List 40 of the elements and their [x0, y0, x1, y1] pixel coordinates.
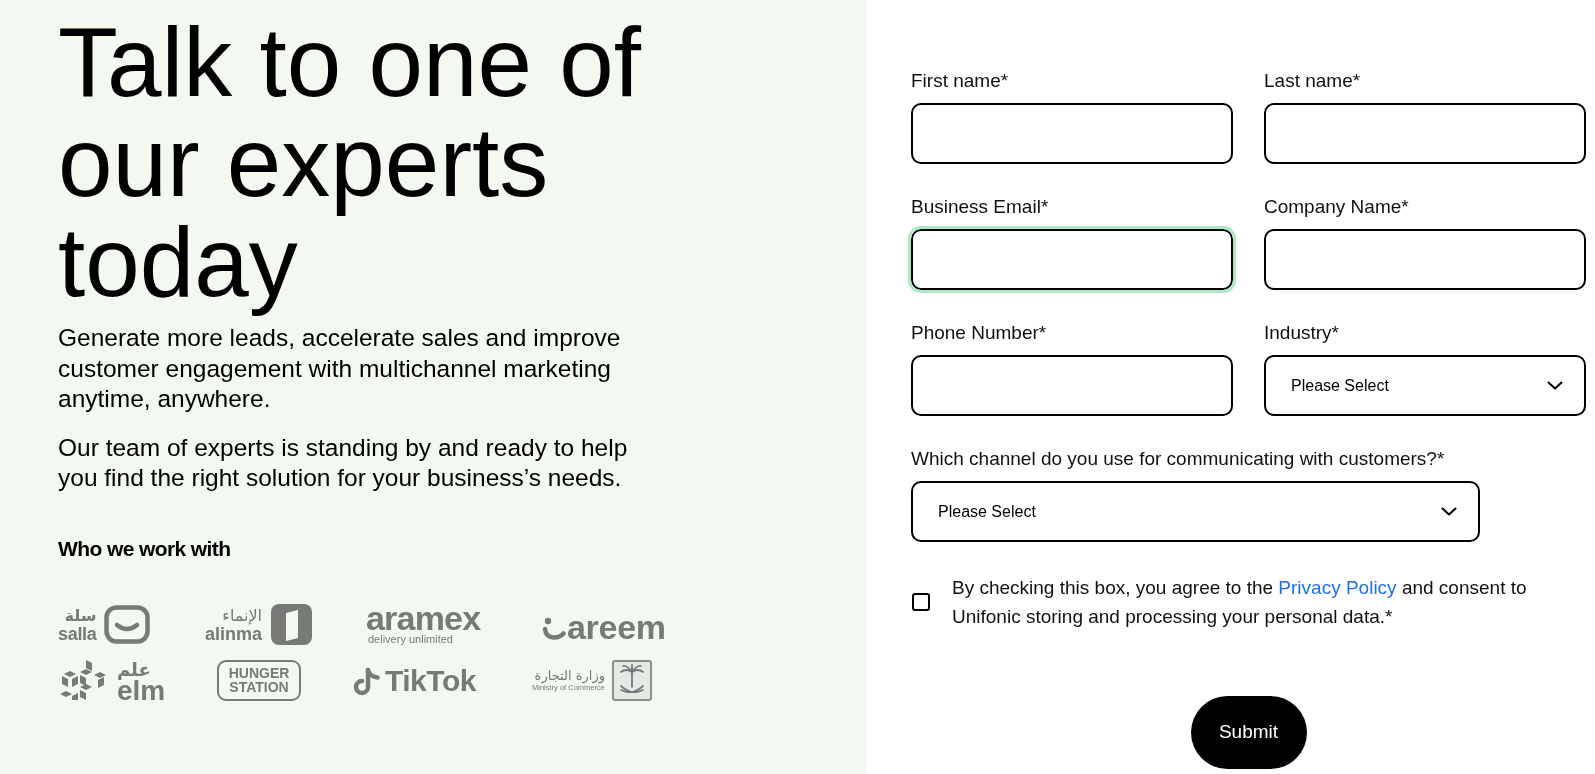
logo-tagline: delivery unlimited	[368, 632, 453, 645]
logo-arabic-wordmark: سلة	[64, 605, 97, 625]
music-note-icon	[353, 666, 380, 696]
text-input[interactable]	[911, 103, 1233, 164]
logo-wordmark: salla	[58, 624, 97, 643]
field-label: First name*	[911, 70, 1010, 92]
smile-icon	[542, 616, 566, 640]
text-input[interactable]	[1264, 229, 1586, 290]
logo-wordmark: aramex	[366, 604, 481, 632]
logo-wordmark: alinma	[205, 624, 263, 643]
privacy-policy-link[interactable]: Privacy Policy	[1278, 577, 1397, 598]
logo-arabic-wordmark: الإنماء	[222, 605, 263, 625]
field-label: Company Name*	[1264, 196, 1410, 218]
logo-wordmark: TikTok	[385, 666, 476, 696]
field-label: Last name*	[1264, 70, 1362, 92]
field-label: Industry*	[1264, 322, 1340, 344]
intro-paragraph: Our team of experts is standing by and ready to help you find the right solution for your business’s needs.	[58, 432, 629, 493]
logo-wordmark: elm	[117, 679, 166, 701]
consent-text: By checking this box, you agree to the Privacy Policy and consent to Unifonic storing and processing your personal data.*	[952, 576, 1528, 629]
chevron-down-icon	[1441, 507, 1457, 516]
field-label: Phone Number*	[911, 322, 1048, 344]
consent-checkbox[interactable]	[912, 593, 930, 611]
select-dropdown[interactable]: Please Select	[911, 481, 1480, 542]
text-input[interactable]	[911, 229, 1233, 290]
submit-button[interactable]: Submit	[1190, 696, 1307, 769]
logo-arabic-wordmark: وزارة التجارة	[534, 668, 605, 683]
logo-badge: HUNGER STATION	[217, 659, 301, 701]
logo-arabic-wordmark: علم	[117, 659, 151, 680]
text-input[interactable]	[911, 355, 1233, 416]
palm-swords-emblem-icon	[611, 659, 652, 701]
field-label: Which channel do you use for communicating with customers?*	[911, 448, 1446, 470]
smile-box-icon	[103, 604, 150, 644]
logo-wordmark: areem	[567, 614, 666, 640]
field-label: Business Email*	[911, 196, 1050, 218]
section-heading: Who we work with	[58, 535, 232, 562]
intro-paragraph: Generate more leads, accelerate sales and improve customer engagement with multichannel marketing anytime, anywhere.	[58, 323, 622, 414]
door-tile-icon	[271, 603, 313, 645]
select-dropdown[interactable]: Please Select	[1264, 355, 1586, 416]
text-input[interactable]	[1264, 103, 1586, 164]
chevron-down-icon	[1547, 381, 1563, 390]
